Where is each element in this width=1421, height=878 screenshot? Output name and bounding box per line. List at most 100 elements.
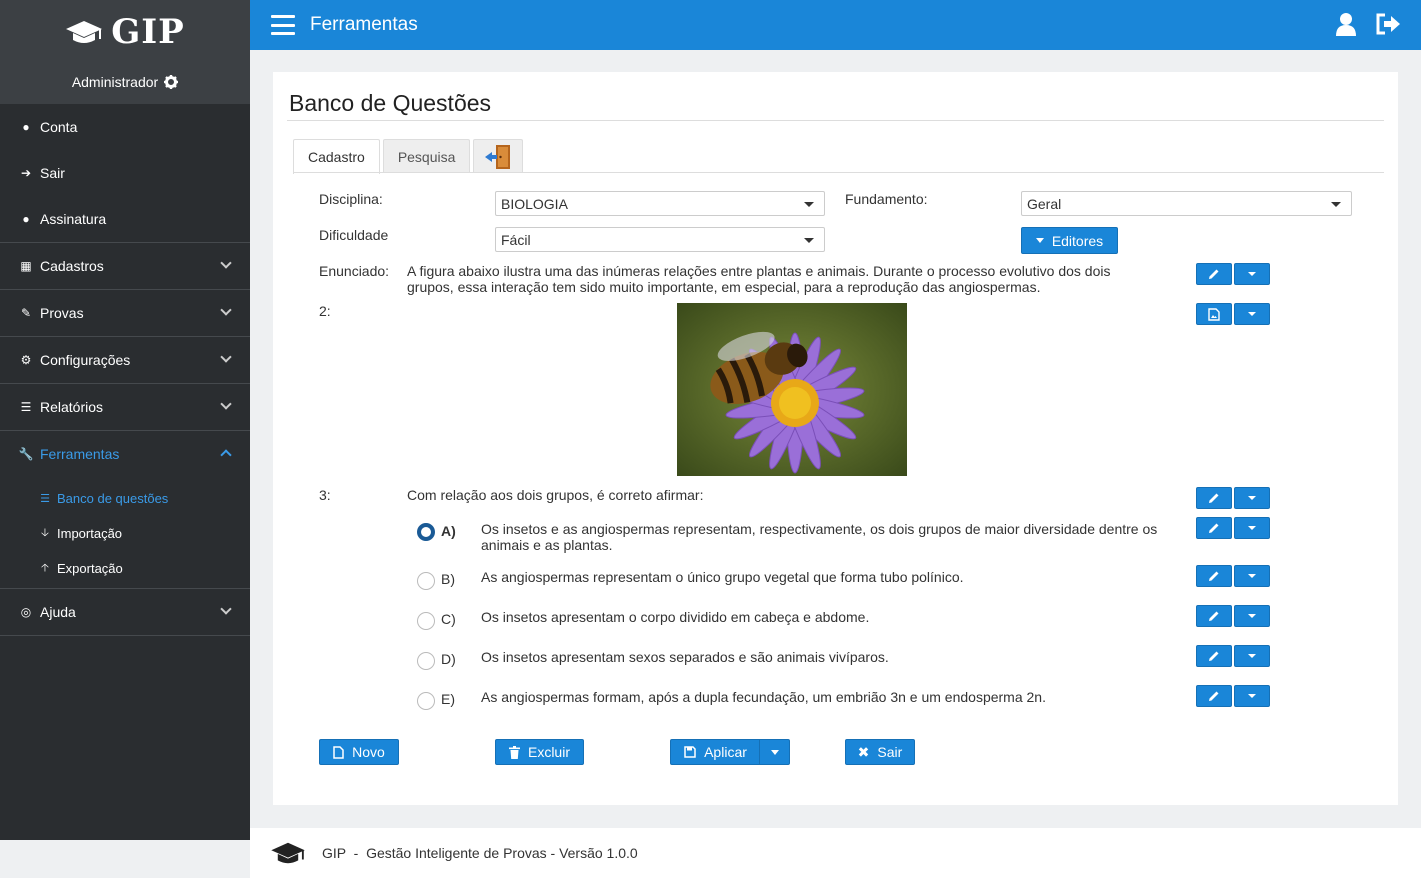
image-dropdown-button[interactable] [1234,303,1270,325]
user-profile-icon[interactable] [1335,12,1357,36]
fundamento-label: Fundamento: [845,191,928,207]
sidebar-subitem-exportacao[interactable]: 🡡 Exportação [0,551,250,586]
edit-option-d-button[interactable] [1196,645,1232,667]
option-d-text: Os insetos apresentam sexos separados e … [481,649,889,665]
tab-exit[interactable] [473,139,524,173]
sidebar-item-cadastros[interactable]: ▦ Cadastros [0,243,250,289]
sidebar-subitem-label: Importação [57,526,123,541]
fundamento-value: Geral [1027,195,1062,212]
sidebar-item-label: Assinatura [40,211,107,227]
disciplina-value: BIOLOGIA [501,195,568,212]
footer: GIP - Gestão Inteligente de Provas - Ver… [250,828,1421,878]
sidebar-item-label: Conta [40,119,78,135]
edit-option-c-button[interactable] [1196,605,1232,627]
sidebar-item-configuracoes[interactable]: ⚙ Configurações [0,337,250,383]
user-icon: ● [22,212,30,226]
option-a-dropdown-button[interactable] [1234,517,1270,539]
pencil-icon [1209,269,1219,279]
tab-bar: Cadastro Pesquisa [293,139,524,174]
life-ring-icon: ◎ [20,605,32,619]
logo[interactable]: GIP [0,12,250,52]
user-name: Administrador [71,74,159,90]
sidebar-item-relatorios[interactable]: ☰ Relatórios [0,384,250,430]
hamburger-menu-icon[interactable] [271,15,295,35]
option-b-dropdown-button[interactable] [1234,565,1270,587]
edit-option-b-button[interactable] [1196,565,1232,587]
chevron-up-icon [220,449,232,461]
logout-icon[interactable] [1375,12,1401,36]
graduation-cap-icon [66,21,103,43]
option-e-radio[interactable] [417,692,435,710]
edit-option-e-button[interactable] [1196,685,1232,707]
disciplina-select[interactable]: BIOLOGIA [495,191,825,216]
sidebar: GIP Administrador ● Conta ➔ Sair ● Assin… [0,0,250,840]
option-b-radio[interactable] [417,572,435,590]
caret-down-icon [1248,614,1256,618]
item2-label: 2: [319,303,331,319]
sitemap-icon: ▦ [20,259,32,273]
sign-out-icon: ➔ [20,166,32,180]
top-bar: Ferramentas [250,0,1421,50]
sidebar-item-provas[interactable]: ✎ Provas [0,290,250,336]
sidebar-item-label: Cadastros [40,258,104,274]
tab-pesquisa[interactable]: Pesquisa [382,139,471,173]
sidebar-subitem-importacao[interactable]: 🡣 Importação [0,516,250,551]
item3-text: Com relação aos dois grupos, é correto a… [407,487,704,503]
option-b-text: As angiospermas representam o único grup… [481,569,964,585]
aplicar-button[interactable]: Aplicar [670,739,760,765]
option-d-letter: D) [441,651,456,667]
option-d-radio[interactable] [417,652,435,670]
pencil-icon [1209,691,1219,701]
edit-option-a-button[interactable] [1196,517,1232,539]
option-e-dropdown-button[interactable] [1234,685,1270,707]
sidebar-item-label: Relatórios [40,399,104,415]
option-d-dropdown-button[interactable] [1234,645,1270,667]
user-menu[interactable]: Administrador [0,74,250,90]
fundamento-select[interactable]: Geral [1021,191,1352,216]
list-icon: ☰ [20,400,32,414]
sidebar-item-ajuda[interactable]: ◎ Ajuda [0,589,250,635]
caret-down-icon [1331,202,1341,207]
edit-image-button[interactable] [1196,303,1232,325]
caret-down-icon [1248,654,1256,658]
novo-button[interactable]: Novo [319,739,399,765]
sidebar-item-label: Ferramentas [40,446,120,462]
chevron-down-icon [220,257,232,269]
page-title: Banco de Questões [289,90,492,116]
editores-button[interactable]: Editores [1021,227,1118,254]
pencil-icon [1209,571,1219,581]
brand-area: GIP Administrador [0,0,250,104]
option-e-text: As angiospermas formam, após a dupla fec… [481,689,1046,705]
caret-down-icon [1248,312,1256,316]
edit-item3-button[interactable] [1196,487,1232,509]
footer-text: GIP - Gestão Inteligente de Provas - Ver… [322,845,638,861]
pencil-icon [1209,651,1219,661]
aplicar-dropdown-button[interactable] [759,739,790,765]
dificuldade-select[interactable]: Fácil [495,227,825,252]
option-c-radio[interactable] [417,612,435,630]
caret-down-icon [1248,574,1256,578]
graduation-cap-icon [271,842,305,864]
dificuldade-label: Dificuldade [319,227,389,243]
enunciado-dropdown-button[interactable] [1234,263,1270,285]
edit-enunciado-button[interactable] [1196,263,1232,285]
sidebar-item-sair[interactable]: ➔ Sair [0,150,250,196]
chevron-down-icon [220,304,232,316]
door-exit-icon [485,144,511,169]
edit-icon: ✎ [20,306,32,320]
brand-name: GIP [111,12,185,52]
sidebar-item-conta[interactable]: ● Conta [0,104,250,150]
pencil-icon [1209,611,1219,621]
option-a-radio[interactable] [417,523,435,541]
option-c-dropdown-button[interactable] [1234,605,1270,627]
enunciado-text: A figura abaixo ilustra uma das inúmeras… [407,263,1111,295]
item3-dropdown-button[interactable] [1234,487,1270,509]
sair-button[interactable]: ✖ Sair [845,739,915,765]
sidebar-item-ferramentas[interactable]: 🔧 Ferramentas [0,431,250,477]
tab-cadastro[interactable]: Cadastro [293,139,380,174]
sidebar-item-assinatura[interactable]: ● Assinatura [0,196,250,242]
excluir-button[interactable]: Excluir [495,739,584,765]
gear-icon [164,75,179,89]
sidebar-item-label: Ajuda [40,604,76,620]
sidebar-subitem-banco-questoes[interactable]: ☰ Banco de questões [0,481,250,516]
